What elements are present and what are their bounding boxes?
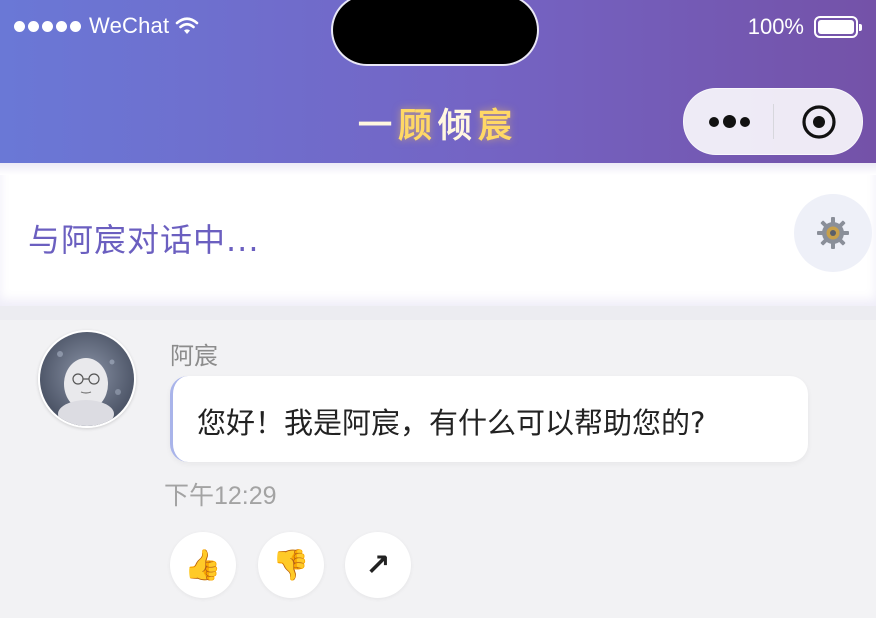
share-button[interactable]: ↗ [345,532,411,598]
close-target-icon[interactable] [800,103,838,141]
title-char-3: 倾 [438,106,478,146]
miniprogram-capsule [683,88,863,155]
signal-dots-icon [14,20,81,32]
header: WeChat 100% 一顾倾宸 [0,0,876,163]
sender-name: 阿宸 [170,342,218,370]
like-button[interactable]: 👍 [170,532,236,598]
camera-notch [333,0,537,64]
message-bubble[interactable]: 您好！我是阿宸，有什么可以帮助您的? [170,376,808,462]
message-timestamp: 下午12:29 [164,482,277,510]
carrier-label: WeChat [89,13,170,38]
gear-icon [817,217,849,249]
chat-status-bar: 与阿宸对话中... [0,163,876,306]
title-char-4: 宸 [478,106,518,146]
title-char-1: 一 [358,106,398,146]
status-bar-right: 100% [747,12,862,42]
battery-percentage: 100% [747,14,804,39]
more-dots-icon[interactable] [702,105,756,138]
wifi-icon [175,17,199,34]
share-arrow-icon: ↗ [365,547,391,583]
chat-status-text: 与阿宸对话中... [28,221,260,259]
message-text: 您好！我是阿宸，有什么可以帮助您的? [197,406,706,440]
avatar[interactable] [38,330,136,428]
thumbs-down-icon: 👎 [272,547,310,583]
capsule-divider [773,104,774,139]
settings-button[interactable] [794,194,872,272]
status-bar-left: WeChat [14,10,199,42]
battery-icon [814,16,862,38]
thumbs-up-icon: 👍 [184,547,222,583]
section-divider [0,306,876,320]
dislike-button[interactable]: 👎 [258,532,324,598]
title-char-2: 顾 [398,106,438,146]
